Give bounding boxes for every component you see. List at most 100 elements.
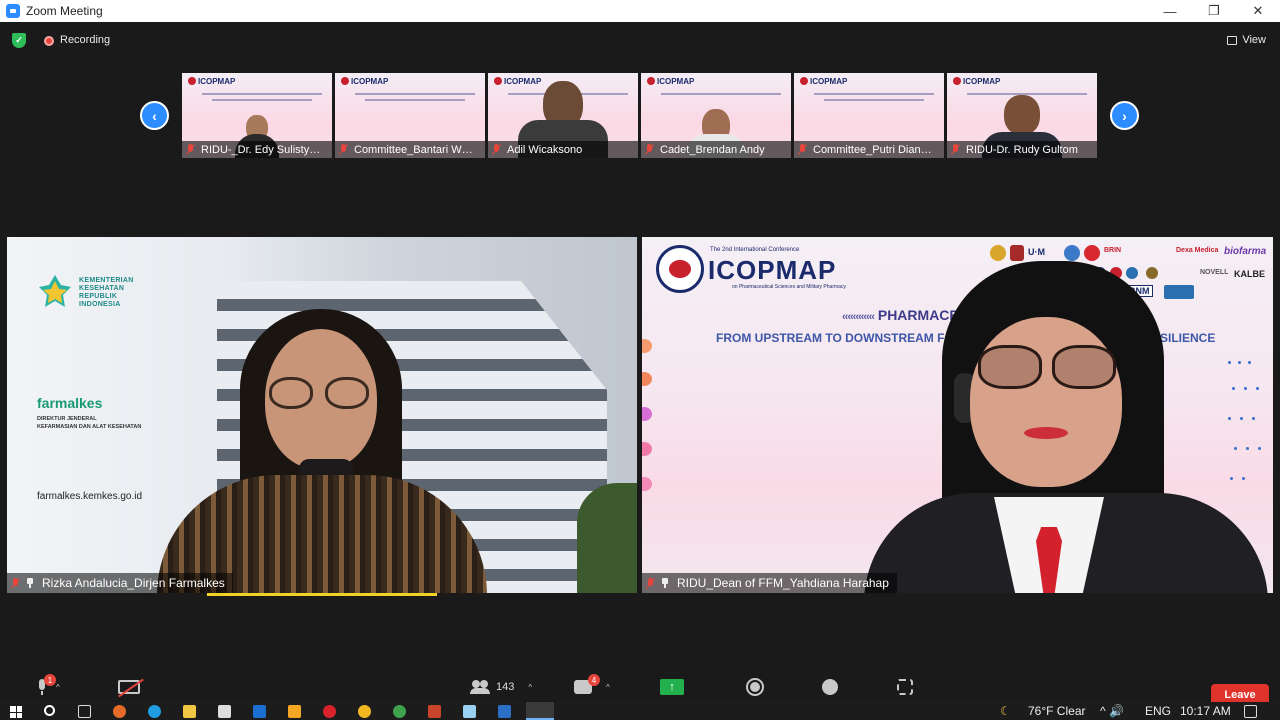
start-video-button[interactable]: [118, 674, 140, 700]
weather-moon-icon: ☾: [1000, 704, 1011, 718]
slide-dot-pattern: [1226, 357, 1266, 497]
recording-label[interactable]: Recording: [60, 34, 110, 46]
sponsor-logo-icon: [1126, 267, 1138, 279]
store-icon[interactable]: [218, 705, 231, 718]
tile-name-label: Rizka Andalucia_Dirjen Farmalkes: [7, 573, 233, 593]
thumb-icopmap-logo: ICOPMAP: [188, 77, 235, 86]
video-off-icon: [118, 680, 140, 694]
security-shield-icon[interactable]: ✓: [12, 33, 26, 48]
firefox-icon[interactable]: [113, 705, 126, 718]
notepad-icon[interactable]: [463, 705, 476, 718]
participants-options-caret[interactable]: ^: [528, 683, 532, 692]
language-indicator[interactable]: ENG: [1145, 704, 1171, 718]
conference-logo: ICOPMAP: [708, 255, 837, 285]
reactions-icon: [822, 679, 838, 695]
participant-thumbnail[interactable]: ICOPMAP Committee_Bantari W…: [335, 73, 485, 158]
share-screen-button[interactable]: ↑: [660, 674, 684, 700]
active-speaker-indicator: [207, 593, 437, 596]
farmalkes-subtitle: DIREKTUR JENDERAL KEFARMASIAN DAN ALAT K…: [37, 416, 142, 430]
task-view-icon[interactable]: [78, 705, 91, 718]
participant-name-label: RIDU-Dr. Rudy Gultom: [947, 141, 1097, 158]
mic-muted-icon: [186, 144, 195, 155]
conference-edition: The 2nd International Conference: [710, 247, 800, 253]
thumb-icopmap-logo: ICOPMAP: [494, 77, 541, 86]
view-grid-icon: [1227, 35, 1238, 45]
sponsor-logo-icon: [1146, 267, 1158, 279]
pin-icon: [661, 578, 669, 588]
mic-muted-icon: [951, 144, 960, 155]
participant-thumbnail[interactable]: ICOPMAP RIDU-Dr. Rudy Gultom: [947, 73, 1097, 158]
thumb-icopmap-logo: ICOPMAP: [341, 77, 388, 86]
record-button[interactable]: [746, 674, 764, 700]
participant-thumbnail[interactable]: ICOPMAP RIDU-_Dr. Edy Sulisty…: [182, 73, 332, 158]
apps-button[interactable]: [897, 674, 913, 700]
restore-button[interactable]: ❐: [1192, 0, 1236, 22]
window-titlebar: Zoom Meeting — ❐ ✕: [0, 0, 1280, 22]
window-controls: — ❐ ✕: [1148, 0, 1280, 22]
sponsor-logo-icon: [1064, 245, 1080, 261]
participant-thumbnail[interactable]: ICOPMAP Committee_Putri Dian…: [794, 73, 944, 158]
filmstrip-prev-button[interactable]: ‹: [140, 101, 169, 130]
file-explorer-icon[interactable]: [183, 705, 196, 718]
mic-muted-icon: [339, 144, 348, 155]
participant-video: [1004, 95, 1040, 135]
sponsor-logo-icon: [1010, 245, 1024, 261]
windows-taskbar: ☾ 76°F Clear ^ 🔊 ENG 10:17 AM: [0, 702, 1280, 720]
conference-subtitle: on Pharmaceutical Sciences and Military …: [732, 284, 846, 290]
tray-icons[interactable]: ^ 🔊: [1100, 704, 1124, 718]
sponsor-logo-icon: [1164, 285, 1194, 299]
mic-muted-icon: [646, 577, 655, 589]
audio-options-caret[interactable]: ^: [56, 683, 60, 692]
thumb-icopmap-logo: ICOPMAP: [800, 77, 847, 86]
filmstrip-next-button[interactable]: ›: [1110, 101, 1139, 130]
reactions-button[interactable]: [822, 674, 838, 700]
media-player-icon[interactable]: [288, 705, 301, 718]
zoom-taskbar-icon[interactable]: [526, 702, 554, 720]
participant-name-label: Committee_Bantari W…: [335, 141, 485, 158]
clock[interactable]: 10:17 AM: [1180, 704, 1231, 718]
search-icon[interactable]: [44, 705, 55, 716]
farmalkes-brand: farmalkes: [37, 395, 103, 411]
powerpoint-icon[interactable]: [428, 705, 441, 718]
app-icon[interactable]: [498, 705, 511, 718]
chrome-canary-icon[interactable]: [358, 705, 371, 718]
participant-name-label: Committee_Putri Dian…: [794, 141, 944, 158]
participants-icon: [470, 680, 490, 694]
close-button[interactable]: ✕: [1236, 0, 1280, 22]
chat-button[interactable]: 4 ^: [574, 674, 610, 700]
participant-name-label: Adil Wicaksono: [488, 141, 638, 158]
mic-muted-icon: [798, 144, 807, 155]
chat-badge: 4: [588, 674, 600, 686]
participants-button[interactable]: 143 ^: [470, 674, 532, 700]
video-tile-left[interactable]: KEMENTERIAN KESEHATAN REPUBLIK INDONESIA…: [7, 237, 637, 593]
notifications-icon[interactable]: [1244, 705, 1257, 718]
chrome-icon[interactable]: [393, 705, 406, 718]
kemenkes-logo-icon: [39, 275, 71, 307]
view-button[interactable]: View: [1227, 34, 1266, 46]
kemenkes-wordmark: KEMENTERIAN KESEHATAN REPUBLIK INDONESIA: [79, 277, 134, 308]
participant-thumbnail[interactable]: ICOPMAP Cadet_Brendan Andy: [641, 73, 791, 158]
slide-subtitle: FROM UPSTREAM TO DOWNSTREAM F: [716, 331, 945, 345]
view-label: View: [1242, 34, 1266, 46]
pin-icon: [26, 578, 34, 588]
mail-icon[interactable]: [253, 705, 266, 718]
windows-start-icon[interactable]: [10, 706, 22, 718]
video-tile-right[interactable]: The 2nd International Conference ICOPMAP…: [642, 237, 1273, 593]
mic-muted-icon: [492, 144, 501, 155]
share-screen-icon: ↑: [660, 679, 684, 695]
opera-icon[interactable]: [323, 705, 336, 718]
minimize-button[interactable]: —: [1148, 0, 1192, 22]
thumb-icopmap-logo: ICOPMAP: [953, 77, 1000, 86]
thumb-icopmap-logo: ICOPMAP: [647, 77, 694, 86]
edge-icon[interactable]: [148, 705, 161, 718]
participant-name-label: RIDU-_Dr. Edy Sulisty…: [182, 141, 332, 158]
chat-options-caret[interactable]: ^: [606, 683, 610, 692]
record-icon: [746, 678, 764, 696]
participant-thumbnail[interactable]: ICOPMAP Adil Wicaksono: [488, 73, 638, 158]
participants-count: 143: [496, 681, 515, 693]
mic-badge: 1: [44, 674, 56, 686]
unmute-button[interactable]: 1 ^: [36, 674, 60, 700]
zoom-app-icon: [6, 4, 20, 18]
window-title: Zoom Meeting: [26, 4, 103, 18]
weather-text[interactable]: 76°F Clear: [1028, 704, 1086, 718]
